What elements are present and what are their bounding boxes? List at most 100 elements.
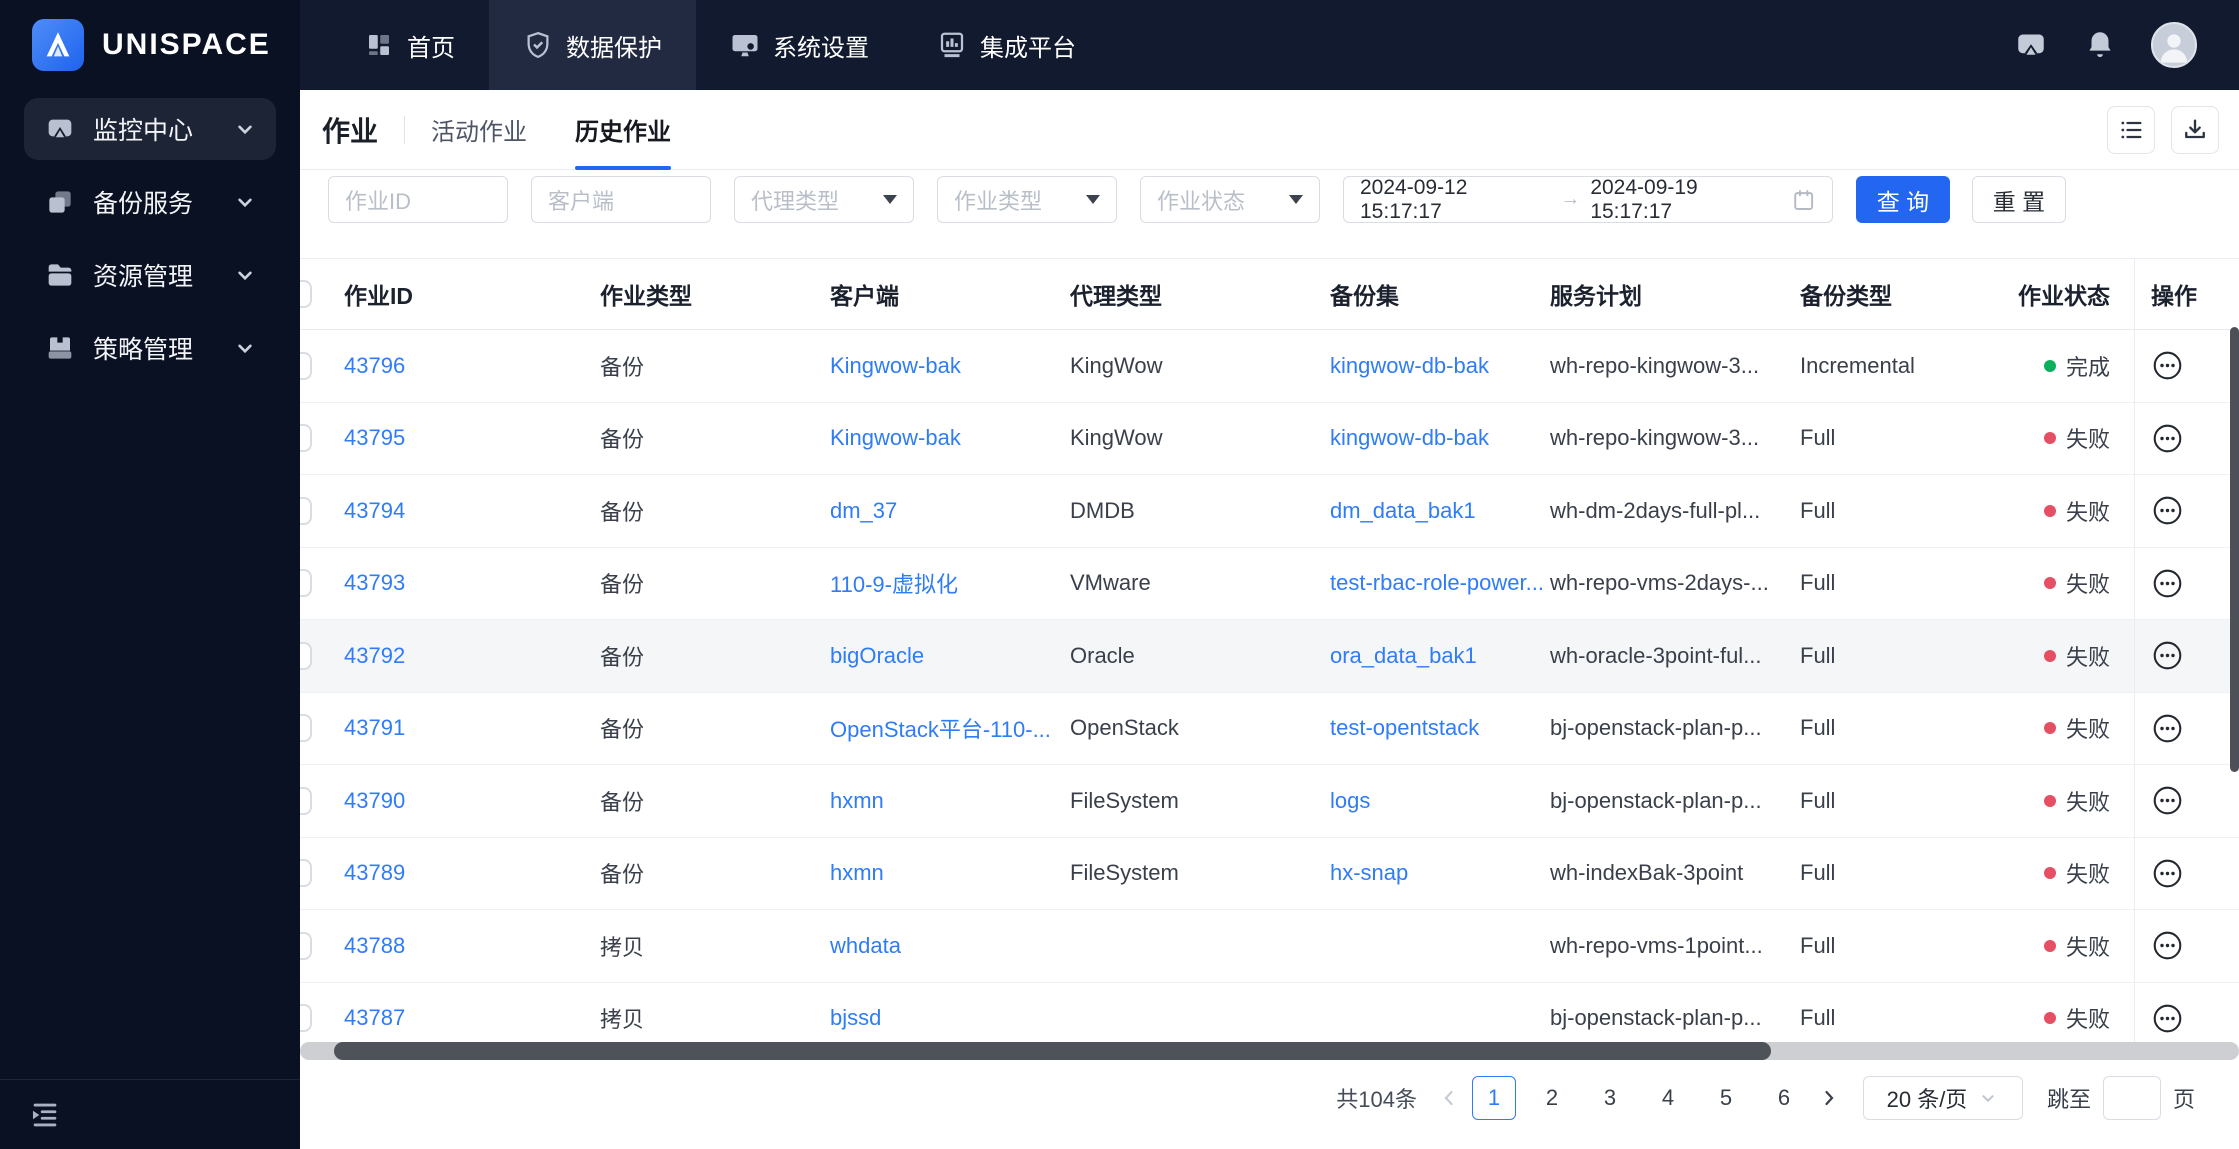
message-icon[interactable] bbox=[2013, 27, 2049, 63]
job-id-link[interactable]: 43788 bbox=[344, 933, 405, 959]
row-checkbox[interactable] bbox=[300, 424, 312, 453]
date-range-picker[interactable]: 2024-09-12 15:17:17 → 2024-09-19 15:17:1… bbox=[1343, 176, 1833, 223]
row-checkbox[interactable] bbox=[300, 931, 312, 960]
table-row[interactable]: 43791 备份 OpenStack平台-110-... OpenStack t… bbox=[300, 692, 2239, 765]
client-link[interactable]: bigOracle bbox=[830, 643, 924, 669]
job-id-link[interactable]: 43795 bbox=[344, 425, 405, 451]
row-checkbox[interactable] bbox=[300, 351, 312, 380]
page-number-3[interactable]: 3 bbox=[1588, 1076, 1632, 1120]
backup-set-link[interactable]: test-opentstack bbox=[1330, 715, 1479, 741]
client-link[interactable]: whdata bbox=[830, 933, 901, 959]
bell-icon[interactable] bbox=[2083, 28, 2117, 62]
client-link[interactable]: hxmn bbox=[830, 788, 884, 814]
nav-home[interactable]: 首页 bbox=[330, 0, 489, 90]
job-id-link[interactable]: 43789 bbox=[344, 860, 405, 886]
vertical-scrollbar-thumb[interactable] bbox=[2230, 327, 2239, 772]
nav-data-protection[interactable]: 数据保护 bbox=[489, 0, 696, 90]
backup-set-link[interactable]: ora_data_bak1 bbox=[1330, 643, 1477, 669]
nav-system-settings[interactable]: 系统设置 bbox=[696, 0, 903, 90]
sidebar-item-resource-management[interactable]: 资源管理 bbox=[24, 244, 276, 306]
table-row[interactable]: 43789 备份 hxmn FileSystem hx-snap wh-inde… bbox=[300, 837, 2239, 910]
client-link[interactable]: Kingwow-bak bbox=[830, 425, 961, 451]
backup-set-link[interactable]: kingwow-db-bak bbox=[1330, 425, 1489, 451]
page-number-2[interactable]: 2 bbox=[1530, 1076, 1574, 1120]
select-all-checkbox[interactable] bbox=[300, 280, 312, 308]
job-type-select[interactable]: 作业类型 bbox=[937, 176, 1117, 223]
download-button[interactable] bbox=[2171, 105, 2219, 154]
backup-set-link[interactable]: hx-snap bbox=[1330, 860, 1408, 886]
table-row[interactable]: 43796 备份 Kingwow-bak KingWow kingwow-db-… bbox=[300, 330, 2239, 403]
client-link[interactable]: Kingwow-bak bbox=[830, 353, 961, 379]
client-link[interactable]: 110-9-虚拟化 bbox=[830, 567, 958, 599]
integration-chart-icon bbox=[940, 32, 964, 58]
search-button[interactable]: 查 询 bbox=[1856, 176, 1950, 223]
page-number-1[interactable]: 1 bbox=[1471, 1076, 1516, 1120]
job-id-link[interactable]: 43791 bbox=[344, 715, 405, 741]
more-actions-icon[interactable] bbox=[2151, 857, 2184, 890]
more-actions-icon[interactable] bbox=[2151, 929, 2184, 962]
row-checkbox[interactable] bbox=[300, 496, 312, 525]
row-checkbox[interactable] bbox=[300, 641, 312, 670]
reset-button[interactable]: 重 置 bbox=[1972, 176, 2066, 223]
job-status-select[interactable]: 作业状态 bbox=[1140, 176, 1320, 223]
client-link[interactable]: bjssd bbox=[830, 1005, 881, 1031]
row-checkbox[interactable] bbox=[300, 714, 312, 743]
row-checkbox[interactable] bbox=[300, 1004, 312, 1033]
job-id-link[interactable]: 43796 bbox=[344, 353, 405, 379]
backup-set-link[interactable]: logs bbox=[1330, 788, 1370, 814]
job-id-link[interactable]: 43792 bbox=[344, 643, 405, 669]
backup-type-cell: Full bbox=[1800, 570, 1836, 596]
more-actions-icon[interactable] bbox=[2151, 422, 2184, 455]
date-start-value[interactable]: 2024-09-12 15:17:17 bbox=[1360, 176, 1550, 224]
client-link[interactable]: dm_37 bbox=[830, 498, 897, 524]
table-row[interactable]: 43788 拷贝 whdata wh-repo-vms-1point... Fu… bbox=[300, 910, 2239, 983]
row-checkbox[interactable] bbox=[300, 859, 312, 888]
tab-history-jobs[interactable]: 历史作业 bbox=[575, 90, 672, 170]
page-number-4[interactable]: 4 bbox=[1646, 1076, 1690, 1120]
table-row[interactable]: 43794 备份 dm_37 DMDB dm_data_bak1 wh-dm-2… bbox=[300, 475, 2239, 548]
jump-to-input[interactable] bbox=[2102, 1076, 2161, 1120]
nav-integration-platform[interactable]: 集成平台 bbox=[903, 0, 1110, 90]
more-actions-icon[interactable] bbox=[2151, 639, 2184, 672]
more-actions-icon[interactable] bbox=[2151, 1002, 2184, 1035]
row-checkbox[interactable] bbox=[300, 569, 312, 598]
caret-down-icon bbox=[1289, 195, 1303, 204]
collapse-sidebar-icon[interactable] bbox=[28, 1098, 62, 1132]
avatar[interactable] bbox=[2151, 22, 2197, 68]
backup-set-link[interactable]: dm_data_bak1 bbox=[1330, 498, 1476, 524]
more-actions-icon[interactable] bbox=[2151, 349, 2184, 382]
tab-active-jobs[interactable]: 活动作业 bbox=[431, 90, 527, 170]
next-page-button[interactable] bbox=[1813, 1076, 1845, 1120]
more-actions-icon[interactable] bbox=[2151, 494, 2184, 527]
job-id-link[interactable]: 43787 bbox=[344, 1005, 405, 1031]
page-size-select[interactable]: 20 条/页 bbox=[1862, 1076, 2023, 1120]
backup-set-link[interactable]: kingwow-db-bak bbox=[1330, 353, 1489, 379]
job-id-input[interactable]: 作业ID bbox=[328, 176, 508, 223]
horizontal-scrollbar[interactable] bbox=[300, 1042, 2239, 1060]
backup-set-link[interactable]: test-rbac-role-power... bbox=[1330, 570, 1544, 596]
table-row[interactable]: 43793 备份 110-9-虚拟化 VMware test-rbac-role… bbox=[300, 547, 2239, 620]
table-row[interactable]: 43792 备份 bigOracle Oracle ora_data_bak1 … bbox=[300, 620, 2239, 693]
more-actions-icon[interactable] bbox=[2151, 784, 2184, 817]
table-row[interactable]: 43790 备份 hxmn FileSystem logs bj-opensta… bbox=[300, 765, 2239, 838]
horizontal-scrollbar-thumb[interactable] bbox=[334, 1042, 1771, 1060]
job-id-link[interactable]: 43790 bbox=[344, 788, 405, 814]
more-actions-icon[interactable] bbox=[2151, 567, 2184, 600]
job-id-link[interactable]: 43793 bbox=[344, 570, 405, 596]
prev-page-button[interactable] bbox=[1433, 1076, 1465, 1120]
table-row[interactable]: 43795 备份 Kingwow-bak KingWow kingwow-db-… bbox=[300, 402, 2239, 475]
page-number-6[interactable]: 6 bbox=[1762, 1076, 1806, 1120]
row-checkbox[interactable] bbox=[300, 786, 312, 815]
page-number-5[interactable]: 5 bbox=[1704, 1076, 1748, 1120]
sidebar-item-monitor-center[interactable]: 监控中心 bbox=[24, 98, 276, 160]
more-actions-icon[interactable] bbox=[2151, 712, 2184, 745]
sidebar-item-policy-management[interactable]: 策略管理 bbox=[24, 317, 276, 379]
job-id-link[interactable]: 43794 bbox=[344, 498, 405, 524]
client-input[interactable]: 客户端 bbox=[531, 176, 711, 223]
date-end-value[interactable]: 2024-09-19 15:17:17 bbox=[1590, 176, 1780, 224]
client-link[interactable]: OpenStack平台-110-... bbox=[830, 712, 1051, 744]
client-link[interactable]: hxmn bbox=[830, 860, 884, 886]
sidebar-item-backup-service[interactable]: 备份服务 bbox=[24, 171, 276, 233]
agent-type-select[interactable]: 代理类型 bbox=[734, 176, 914, 223]
list-view-button[interactable] bbox=[2107, 105, 2155, 154]
